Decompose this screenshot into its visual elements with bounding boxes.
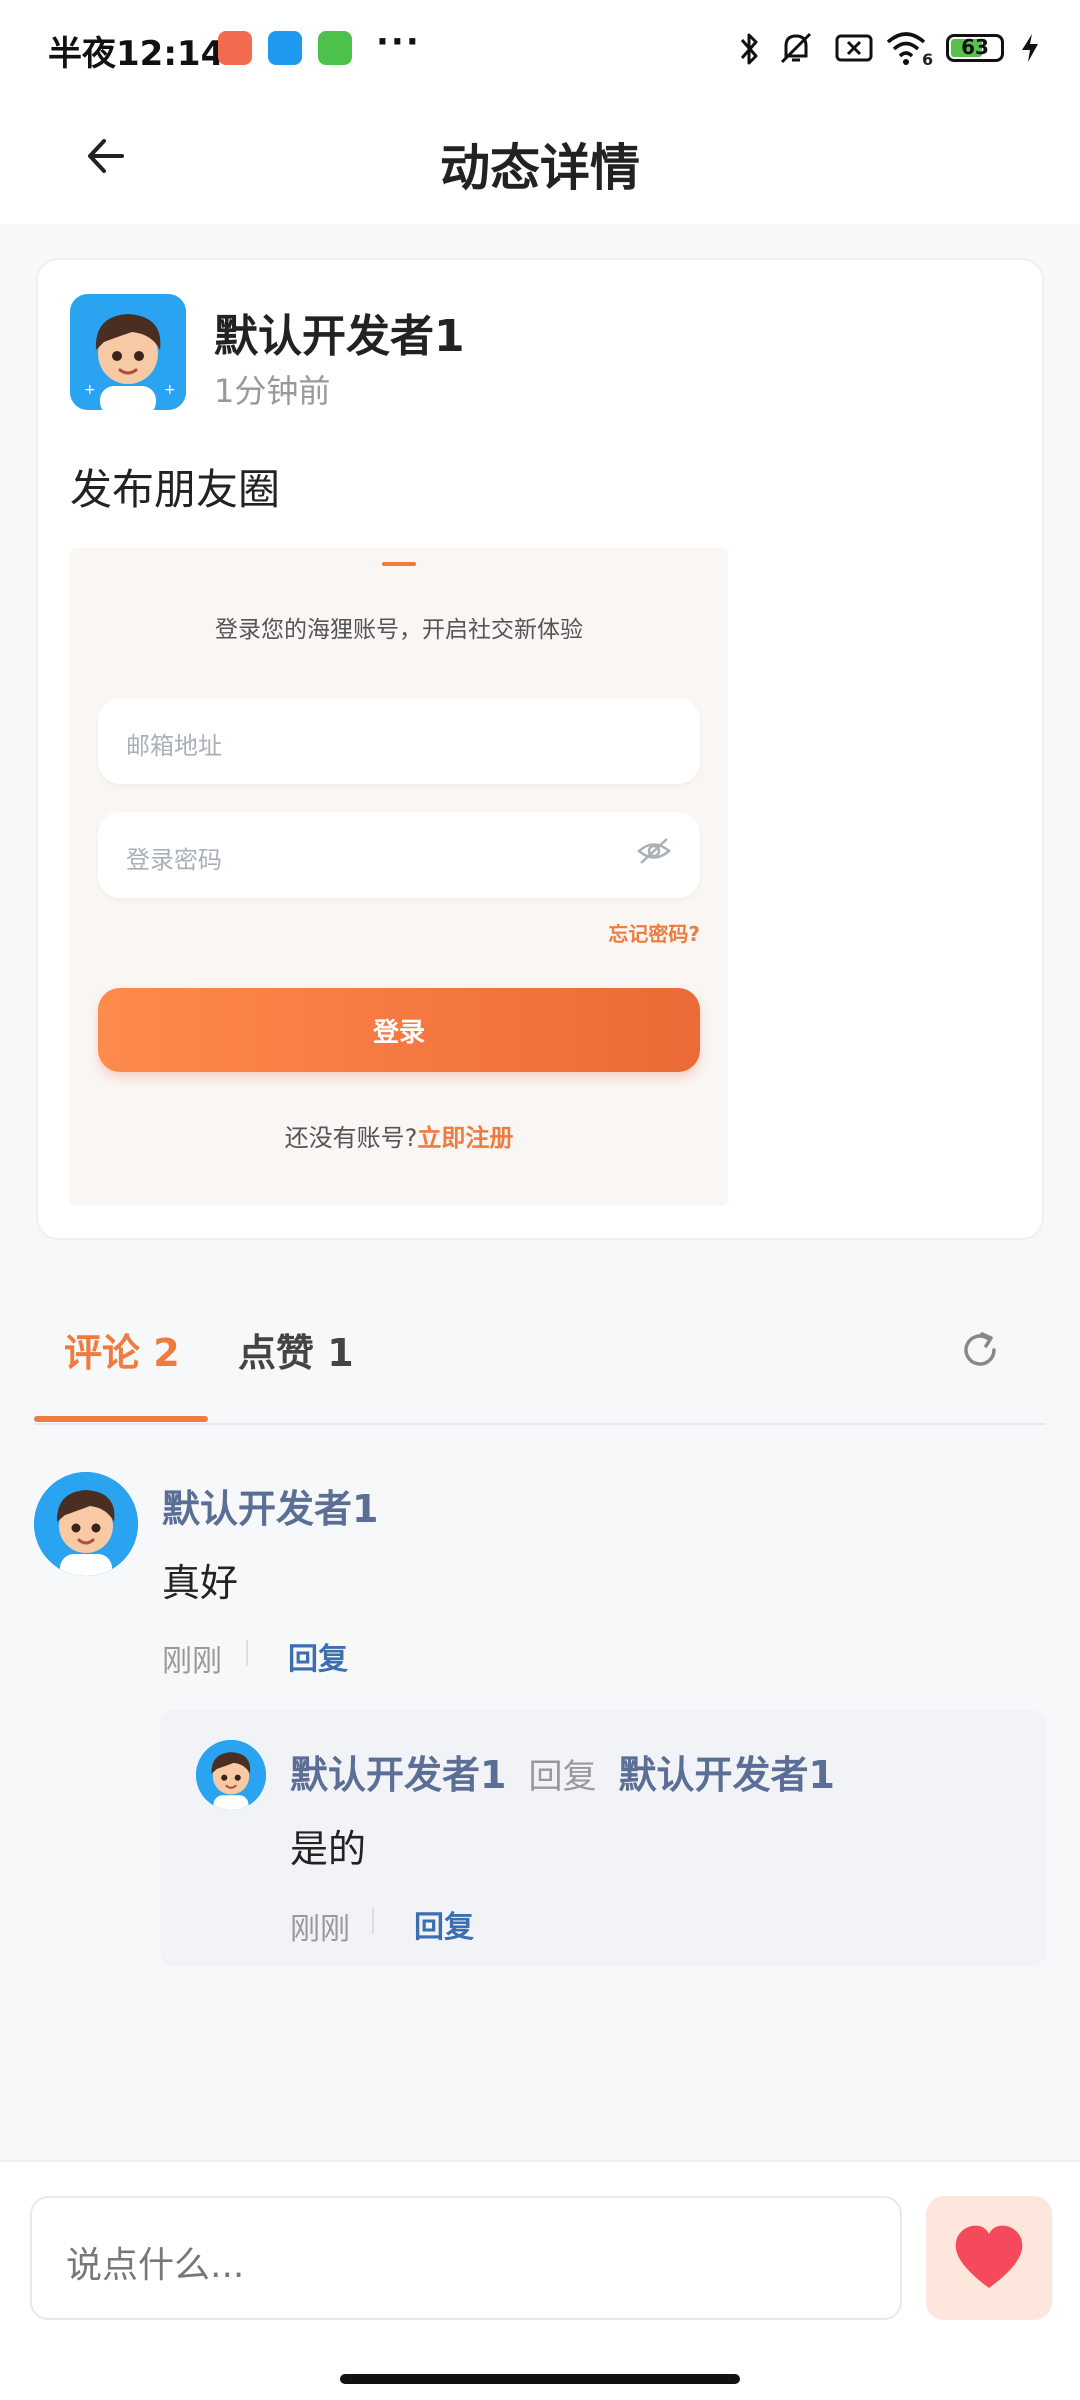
tab-comments[interactable]: 评论 2	[64, 1322, 180, 1377]
notification-app-icon	[318, 31, 352, 65]
comment-meta-separator	[246, 1640, 248, 1666]
tabs-divider	[34, 1423, 1046, 1425]
image-register-prompt: 还没有账号?立即注册	[70, 1118, 728, 1153]
mute-bell-icon	[780, 32, 812, 64]
home-indicator[interactable]	[340, 2374, 740, 2384]
comment-text: 真好	[162, 1561, 239, 1605]
image-forgot-password: 忘记密码?	[608, 922, 700, 946]
image-subtitle: 登录您的海狸账号，开启社交新体验	[215, 617, 583, 643]
heart-icon	[955, 2225, 1023, 2288]
reply-word: 回复	[528, 1757, 597, 1797]
notification-app-icon	[268, 31, 302, 65]
eye-off-icon	[637, 838, 671, 864]
svg-text:+: +	[84, 382, 96, 398]
bluetooth-icon	[740, 33, 758, 65]
image-register-text: 还没有账号?	[284, 1124, 418, 1152]
wifi-label: 6	[922, 50, 934, 69]
author-avatar[interactable]: + +	[70, 294, 186, 410]
reply-text: 是的	[290, 1827, 367, 1871]
tab-likes[interactable]: 点赞 1	[238, 1322, 354, 1377]
comment-avatar[interactable]	[34, 1472, 138, 1576]
more-notifications-icon: ···	[376, 22, 421, 62]
comment-input-placeholder: 说点什么...	[66, 2245, 245, 2286]
reply-reply-button[interactable]: 回复	[414, 1902, 474, 1946]
svg-text:+: +	[164, 382, 176, 398]
page-title: 动态详情	[440, 139, 640, 197]
image-email-placeholder: 邮箱地址	[126, 732, 222, 760]
status-time: 半夜12:14	[48, 34, 225, 74]
sim-card-off-icon	[835, 34, 873, 62]
image-login-label: 登录	[372, 1018, 425, 1048]
reply-author[interactable]: 默认开发者1	[290, 1744, 506, 1799]
reply-meta-separator	[372, 1908, 374, 1934]
comment-time: 刚刚	[162, 1644, 222, 1679]
reply-avatar[interactable]	[196, 1740, 266, 1810]
post-time: 1分钟前	[214, 372, 331, 410]
battery-icon: 63	[946, 34, 1004, 62]
refresh-icon[interactable]	[958, 1328, 1002, 1372]
image-top-accent	[382, 562, 416, 566]
post-author-name[interactable]: 默认开发者1	[214, 300, 465, 364]
active-tab-indicator	[34, 1416, 208, 1422]
reply-time: 刚刚	[290, 1912, 350, 1947]
post-text: 发布朋友圈	[70, 465, 281, 514]
reply-header: 默认开发者1 回复 默认开发者1	[290, 1744, 835, 1799]
comment-reply-button[interactable]: 回复	[288, 1634, 348, 1678]
reply-target[interactable]: 默认开发者1	[618, 1744, 834, 1799]
comment-author[interactable]: 默认开发者1	[162, 1478, 378, 1533]
image-password-placeholder: 登录密码	[126, 846, 222, 874]
charging-icon	[1022, 34, 1038, 62]
battery-level: 63	[961, 35, 989, 59]
notification-app-icon	[218, 31, 252, 65]
image-register-link: 立即注册	[417, 1124, 514, 1152]
